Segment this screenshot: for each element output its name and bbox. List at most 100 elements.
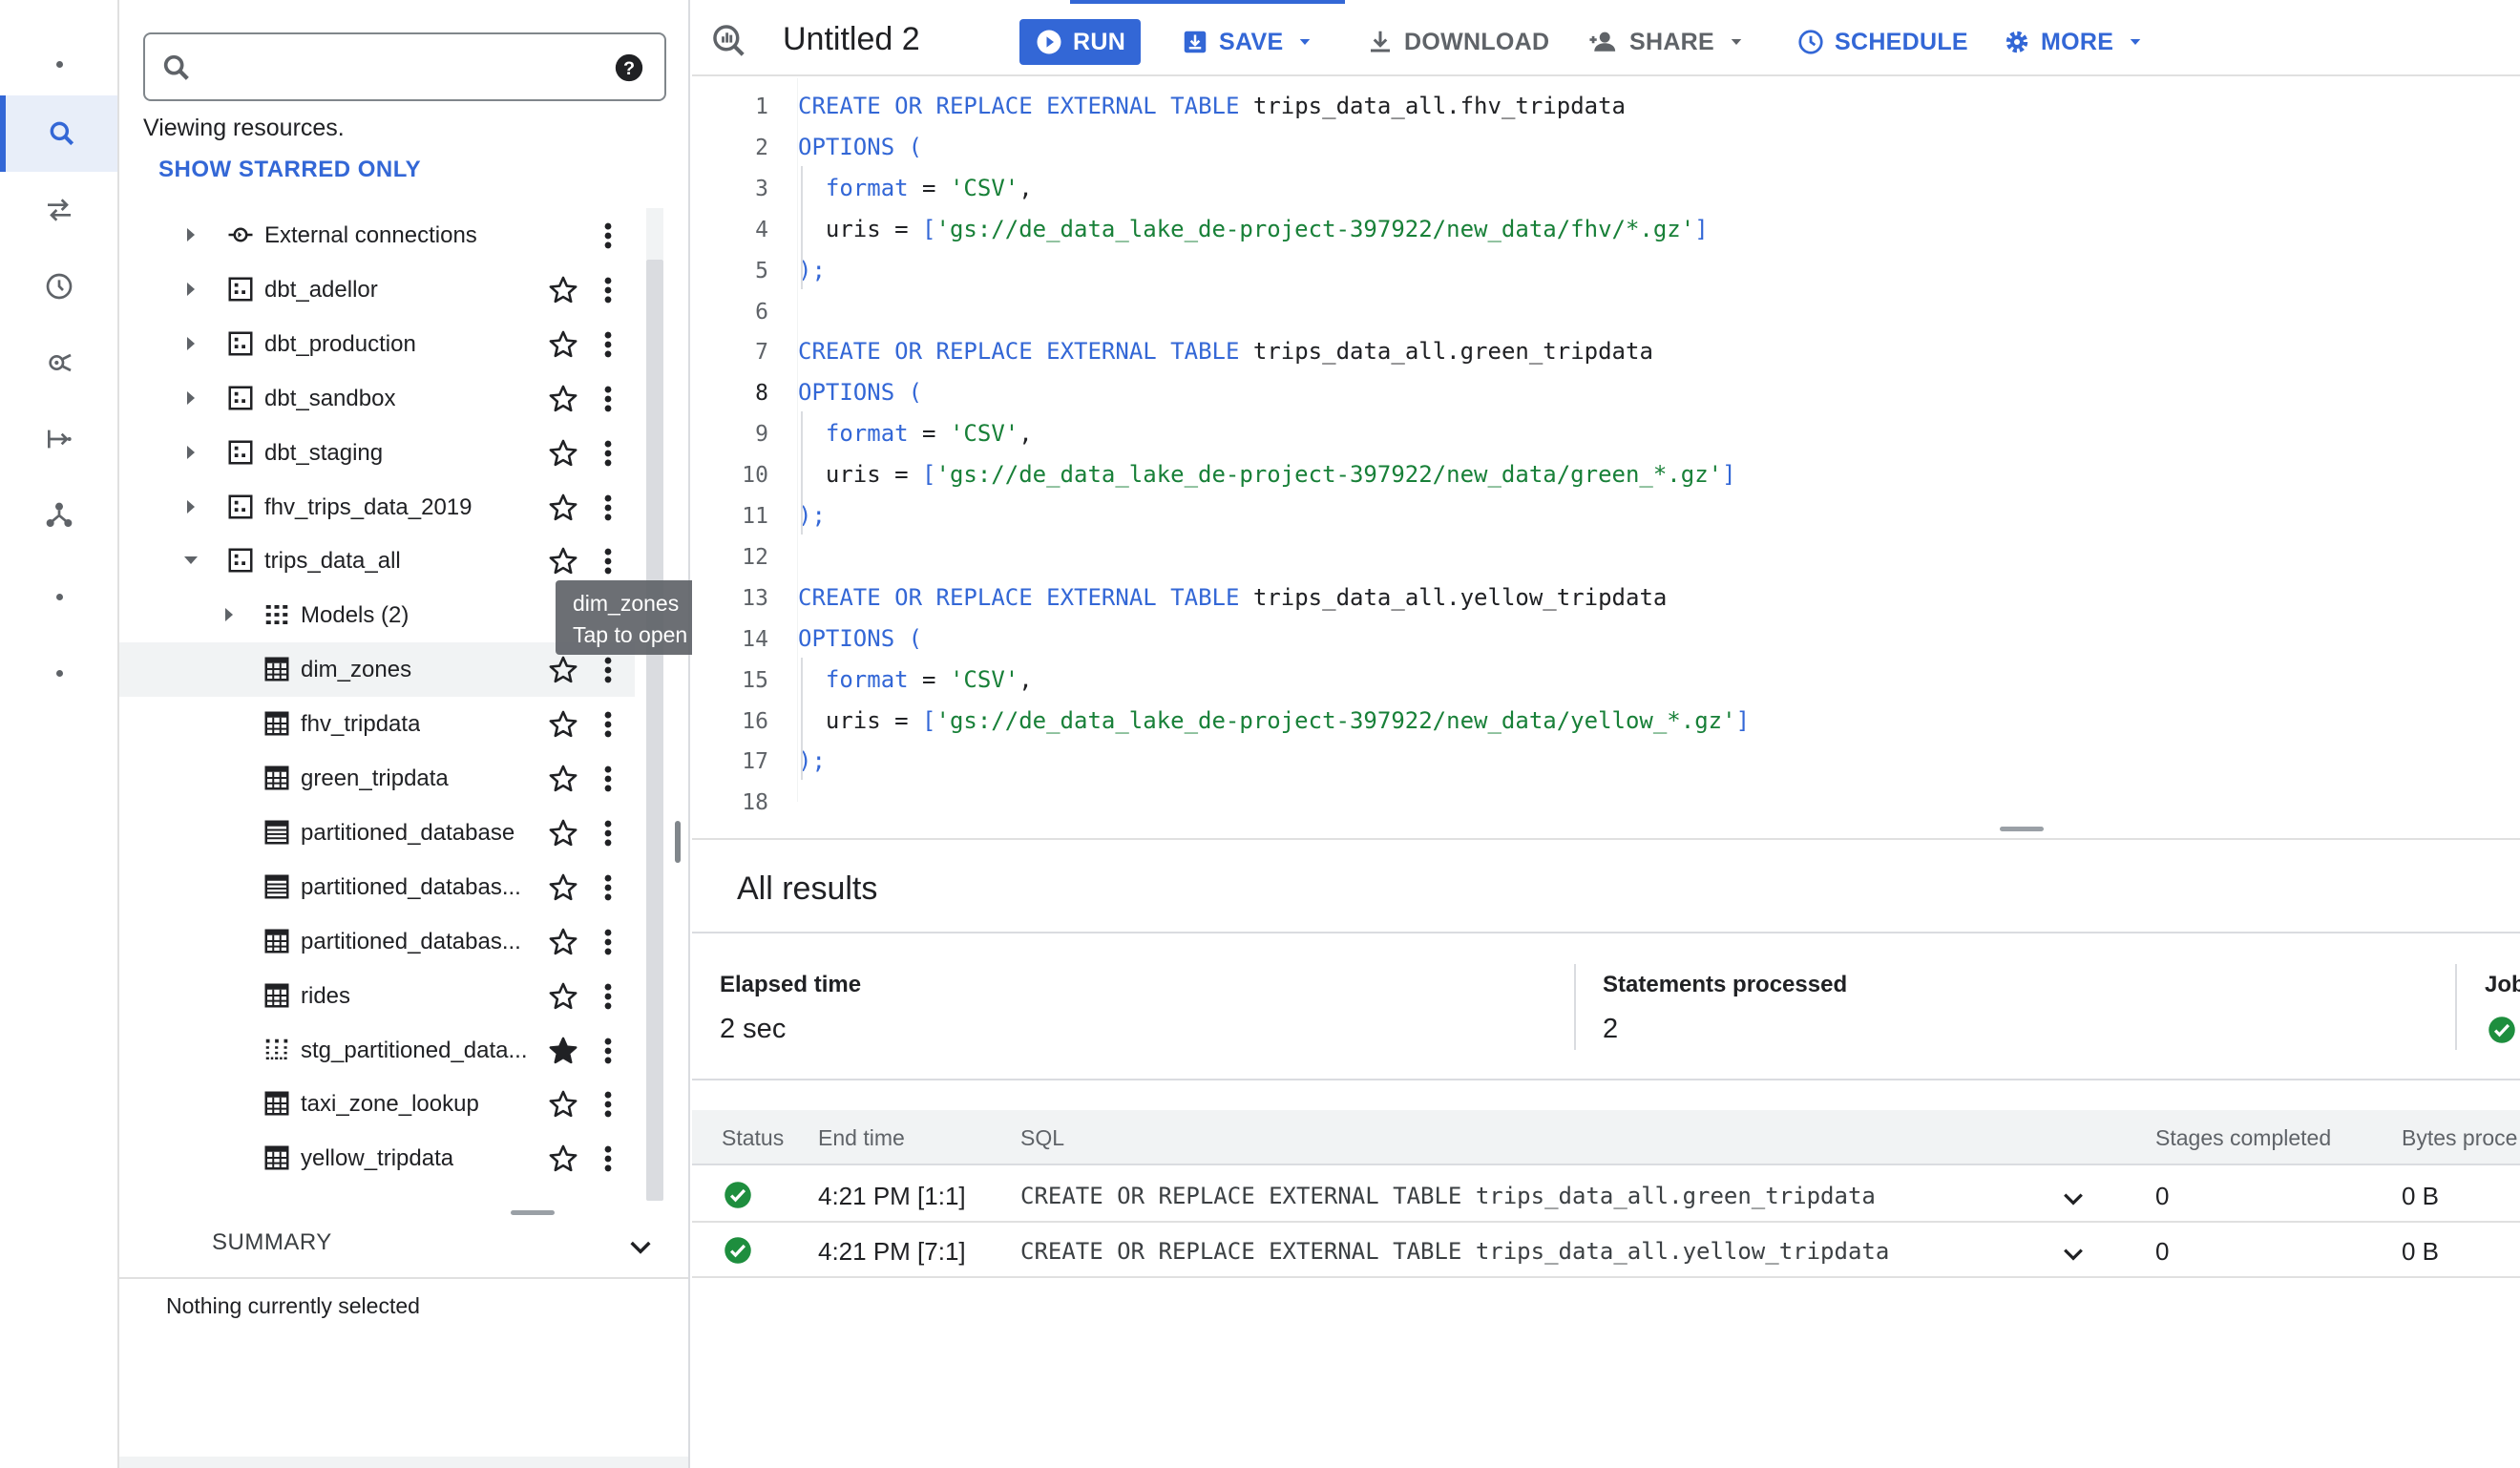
more-vert-icon[interactable] <box>601 1035 615 1067</box>
tree-item[interactable]: fhv_trips_data_2019 <box>119 480 635 535</box>
chevron-right-icon[interactable] <box>179 332 202 355</box>
schedule-button[interactable]: SCHEDULE <box>1796 19 1968 65</box>
column-header-status[interactable]: Status <box>722 1125 784 1151</box>
tree-item[interactable]: partitioned_databas... <box>119 860 635 914</box>
more-vert-icon[interactable] <box>601 708 615 741</box>
more-vert-icon[interactable] <box>601 926 615 958</box>
explorer-search-box[interactable]: ? <box>143 32 666 101</box>
star-icon[interactable] <box>547 383 579 415</box>
star-icon[interactable] <box>547 817 579 849</box>
star-icon[interactable] <box>547 708 579 741</box>
more-vert-icon[interactable] <box>601 274 615 306</box>
query-tab-title[interactable]: Untitled 2 <box>783 21 920 58</box>
save-button[interactable]: SAVE <box>1181 19 1313 65</box>
more-vert-icon[interactable] <box>601 763 615 795</box>
transfers-nav-button[interactable] <box>0 172 117 248</box>
graph-nav-button[interactable] <box>0 477 117 554</box>
more-vert-icon[interactable] <box>601 817 615 849</box>
more-vert-icon[interactable] <box>601 437 615 470</box>
help-icon[interactable]: ? <box>613 52 645 84</box>
column-header-end-time[interactable]: End time <box>818 1125 905 1151</box>
share-button[interactable]: SHARE <box>1587 19 1745 65</box>
more-vert-icon[interactable] <box>601 871 615 904</box>
summary-header[interactable]: SUMMARY <box>119 1214 688 1279</box>
code-area[interactable] <box>797 78 2520 802</box>
star-icon[interactable] <box>547 763 579 795</box>
tree-item[interactable]: fhv_tripdata <box>119 697 635 751</box>
chevron-right-icon[interactable] <box>179 441 202 464</box>
analytics-hub-nav-button[interactable] <box>0 325 117 401</box>
line-number: 11 <box>742 504 768 529</box>
tree-item[interactable]: dbt_sandbox <box>119 371 635 426</box>
success-check-icon <box>724 1181 752 1209</box>
star-icon[interactable] <box>547 980 579 1013</box>
star-icon[interactable] <box>547 926 579 958</box>
expand-row-icon[interactable] <box>2059 1185 2088 1213</box>
more-vert-icon[interactable] <box>601 492 615 524</box>
dataflow-nav-button[interactable] <box>0 401 117 477</box>
active-tab-indicator <box>1070 0 1345 4</box>
chevron-right-icon[interactable] <box>179 495 202 518</box>
more-vert-icon[interactable] <box>601 328 615 361</box>
search-icon <box>47 118 77 149</box>
more-vert-icon[interactable] <box>601 1143 615 1175</box>
more-vert-icon[interactable] <box>601 220 615 252</box>
more-vert-icon[interactable] <box>601 383 615 415</box>
more-vert-icon[interactable] <box>601 654 615 686</box>
more-button[interactable]: MORE <box>2003 19 2144 65</box>
tree-item[interactable]: stg_partitioned_data... <box>119 1023 635 1078</box>
more-vert-icon[interactable] <box>601 545 615 577</box>
tree-item[interactable]: External connections <box>119 208 635 262</box>
column-header-sql[interactable]: SQL <box>1020 1125 1064 1151</box>
expand-row-icon[interactable] <box>2059 1240 2088 1269</box>
history-nav-button[interactable] <box>0 248 117 325</box>
tree-item[interactable]: dbt_staging <box>119 426 635 480</box>
tree-item-label: fhv_tripdata <box>301 711 421 738</box>
tree-item[interactable]: taxi_zone_lookup <box>119 1077 635 1131</box>
sql-editor[interactable]: 1 2 3 4 5 6 7 8 9 10 11 12 13 14 15 16 17 18 CREATE OR RE… <box>692 78 2520 815</box>
run-button[interactable]: RUN <box>1019 19 1141 65</box>
results-stats: Elapsed time 2 sec Statements processed … <box>692 935 2520 1080</box>
table-icon <box>262 1089 291 1118</box>
editor-resize-handle[interactable] <box>2000 827 2044 831</box>
star-icon[interactable] <box>547 654 579 686</box>
tree-item[interactable]: dbt_production <box>119 317 635 371</box>
run-label: RUN <box>1073 28 1126 55</box>
star-icon[interactable] <box>547 1088 579 1121</box>
chevron-right-icon[interactable] <box>179 387 202 409</box>
line-number: 2 <box>755 135 768 160</box>
star-icon[interactable] <box>547 545 579 577</box>
show-starred-only-button[interactable]: SHOW STARRED ONLY <box>158 157 421 183</box>
more-vert-icon[interactable] <box>601 1088 615 1121</box>
star-icon[interactable] <box>547 437 579 470</box>
chevron-right-icon[interactable] <box>179 223 202 246</box>
star-icon[interactable] <box>547 871 579 904</box>
column-header-stages[interactable]: Stages completed <box>2155 1125 2331 1151</box>
chevron-right-icon[interactable] <box>218 603 241 626</box>
column-header-bytes[interactable]: Bytes proce <box>2402 1125 2517 1151</box>
star-icon[interactable] <box>547 1143 579 1175</box>
search-nav-button[interactable] <box>0 95 117 172</box>
download-button[interactable]: DOWNLOAD <box>1366 19 1549 65</box>
panel-split-handle[interactable] <box>675 821 681 863</box>
table-row[interactable]: 4:21 PM [1:1] CREATE OR REPLACE EXTERNAL … <box>692 1167 2520 1223</box>
chevron-right-icon[interactable] <box>179 278 202 301</box>
line-number: 18 <box>742 790 768 816</box>
star-icon[interactable] <box>547 274 579 306</box>
star-icon[interactable] <box>547 492 579 524</box>
more-vert-icon[interactable] <box>601 980 615 1013</box>
star-icon[interactable] <box>547 1035 579 1067</box>
tree-item[interactable]: yellow_tripdata <box>119 1131 635 1185</box>
explorer-search-input[interactable] <box>212 48 575 86</box>
star-icon[interactable] <box>547 328 579 361</box>
analytics-hub-icon <box>44 347 74 378</box>
tree-item[interactable]: rides <box>119 969 635 1023</box>
tree-item[interactable]: green_tripdata <box>119 751 635 806</box>
tree-item[interactable]: dbt_adellor <box>119 262 635 317</box>
chevron-down-icon[interactable] <box>625 1231 656 1262</box>
tree-scrollbar[interactable] <box>646 260 663 1201</box>
chevron-down-icon[interactable] <box>179 549 202 572</box>
table-row[interactable]: 4:21 PM [7:1] CREATE OR REPLACE EXTERNAL … <box>692 1223 2520 1278</box>
tree-item[interactable]: partitioned_database <box>119 806 635 860</box>
tree-item[interactable]: partitioned_databas... <box>119 914 635 969</box>
